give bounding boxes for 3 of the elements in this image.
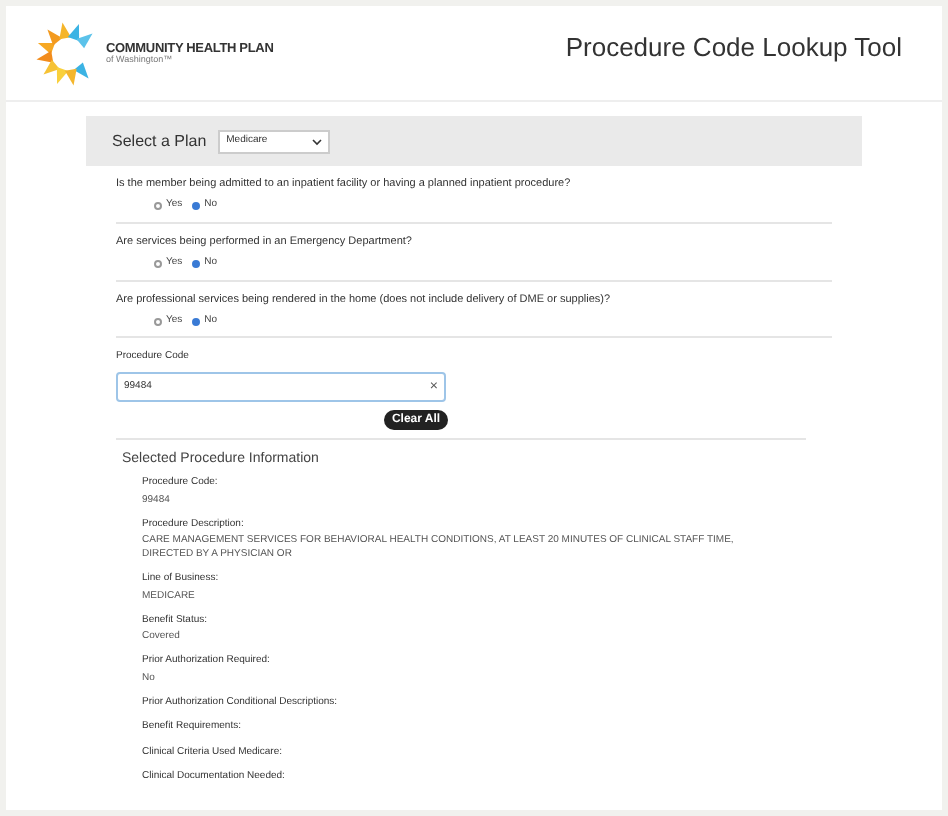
plan-label: Select a Plan [112, 129, 207, 153]
page-title: Procedure Code Lookup Tool [565, 30, 902, 66]
chevron-down-icon [312, 137, 323, 145]
